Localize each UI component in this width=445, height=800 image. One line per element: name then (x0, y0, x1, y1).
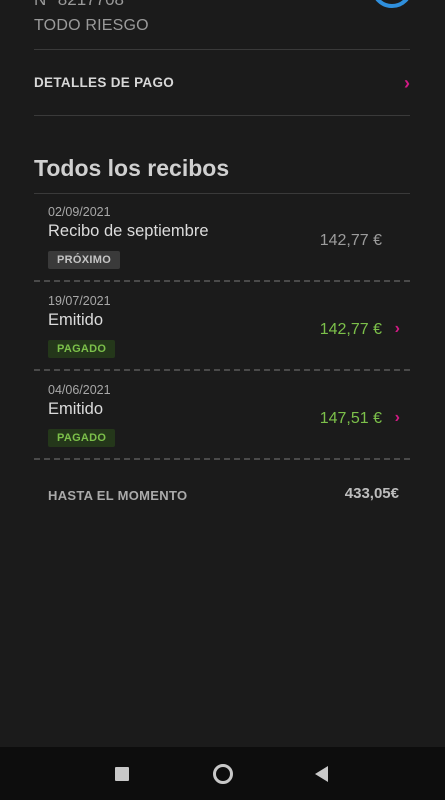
receipt-item[interactable]: 02/09/2021 Recibo de septiembre PRÓXIMO … (48, 205, 400, 285)
policy-progress-icon (371, 0, 413, 8)
receipt-date: 02/09/2021 (48, 205, 111, 219)
receipt-item[interactable]: 19/07/2021 Emitido PAGADO 142,77 € › (48, 294, 400, 374)
square-icon[interactable] (115, 767, 129, 781)
total-value: 433,05€ (344, 485, 399, 502)
receipt-date: 04/06/2021 (48, 383, 111, 397)
status-badge: PAGADO (48, 429, 116, 447)
receipt-item[interactable]: 04/06/2021 Emitido PAGADO 147,51 € › (48, 383, 400, 463)
status-badge: PAGADO (48, 340, 116, 358)
receipt-amount: 142,77 € (319, 321, 382, 338)
receipt-date: 19/07/2021 (48, 294, 111, 308)
dashed-divider (34, 280, 410, 282)
policy-number: N° 8217708 (34, 0, 124, 10)
total-label: HASTA EL MOMENTO (48, 488, 188, 503)
chevron-right-icon: › (394, 409, 400, 426)
chevron-right-icon: › (404, 72, 410, 93)
back-triangle-icon[interactable] (315, 766, 328, 782)
policy-type: TODO RIESGO (34, 17, 149, 34)
receipt-amount: 142,77 € (319, 232, 382, 249)
divider (34, 115, 410, 116)
divider (34, 193, 410, 194)
status-badge: PRÓXIMO (48, 251, 121, 269)
receipts-section-title: Todos los recibos (34, 155, 230, 181)
receipt-amount: 147,51 € (319, 410, 382, 427)
payment-details-label: DETALLES DE PAGO (34, 75, 175, 90)
dashed-divider (34, 458, 410, 460)
receipt-title: Recibo de septiembre (48, 222, 209, 240)
payment-details-row[interactable]: DETALLES DE PAGO › (34, 50, 410, 115)
receipt-title: Emitido (48, 400, 104, 418)
receipt-title: Emitido (48, 311, 104, 329)
chevron-right-icon: › (394, 320, 400, 337)
home-circle-icon[interactable] (213, 764, 233, 784)
dashed-divider (34, 369, 410, 371)
